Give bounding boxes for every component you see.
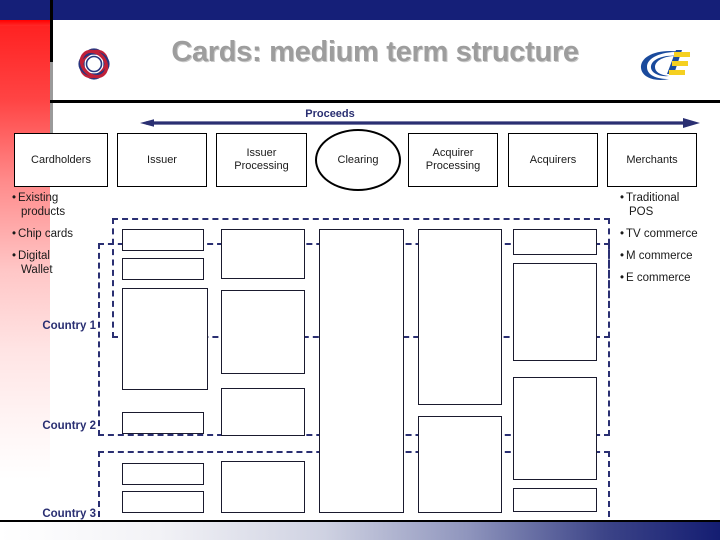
role-box-clearing[interactable]: Clearing [315,129,401,191]
role-label-issuer-processing: Issuer Processing [234,147,289,172]
bullet-dot-icon: • [12,228,17,240]
cell-iproc-c2-a[interactable] [221,290,305,374]
role-box-merchants[interactable]: Merchants [607,133,697,187]
role-label-issuer: Issuer [147,153,177,166]
e-swoosh-logo [636,44,696,84]
cell-acq-c2[interactable] [513,377,597,480]
cell-iproc-c3[interactable] [221,461,305,513]
title-bottom-rule [50,100,720,103]
role-label-cardholders: Cardholders [31,153,91,166]
cell-issuer-c2[interactable] [122,288,208,390]
cell-acq-c1-b[interactable] [513,263,597,361]
braided-circle-logo [74,44,114,84]
cell-iproc-c1[interactable] [221,229,305,279]
cell-issuer-c3-a[interactable] [122,463,204,485]
role-box-acquirers[interactable]: Acquirers [508,133,598,187]
bullet-dot-icon: • [620,272,625,284]
acceptance-channels-list: • Traditional POS • TV commerce • M commerce • E… [620,191,720,293]
footer-gradient-bar [0,522,720,540]
cell-issuer-c2-b[interactable] [122,412,204,434]
bullet-dot-icon: • [620,250,625,262]
proceeds-double-arrow [140,116,700,130]
cell-issuer-c3-b[interactable] [122,491,204,513]
role-box-issuer-processing[interactable]: Issuer Processing [216,133,307,187]
acceptance-channels-list-item-1: • Traditional POS [620,192,680,218]
left-stripe-highlight [0,20,50,26]
role-box-acquirer-processing[interactable]: Acquirer Processing [408,133,498,187]
bullet-dot-icon: • [12,192,17,204]
cell-aproc-c23[interactable] [418,416,502,513]
acceptance-channels-list-item-3: • M commerce [620,250,693,262]
bullet-dot-icon: • [620,228,625,240]
country-label-1: Country 1 [42,320,96,332]
role-box-cardholders[interactable]: Cardholders [14,133,108,187]
role-label-merchants: Merchants [626,153,678,166]
issuing-products-list-item-1: • Existing products [12,192,66,218]
acceptance-channels-list-item-4: • E commerce [620,272,691,284]
issuing-products-list: • Existing products • Chip cards • Digital Wall… [12,191,112,285]
issuing-products-list-item-2: • Chip cards [12,228,73,240]
cell-aproc-c12[interactable] [418,229,502,405]
page-title: Cards: medium term structure [171,36,579,68]
issuing-products-list-item-3: • Digital Wallet [12,250,53,276]
slide-canvas: Cards: medium term structure Proceeds Ca… [0,0,720,540]
bullet-dot-icon: • [12,250,17,262]
role-label-acquirer-processing: Acquirer Processing [425,147,481,172]
cell-iproc-c2-b[interactable] [221,388,305,436]
cell-acq-c3[interactable] [513,488,597,512]
bullet-dot-icon: • [620,192,625,204]
cell-clearing-span[interactable] [319,229,404,513]
cell-acq-c1-a[interactable] [513,229,597,255]
role-label-acquirers: Acquirers [529,153,577,166]
country-label-3: Country 3 [42,508,96,520]
role-label-clearing: Clearing [337,153,379,166]
country-label-2: Country 2 [42,420,96,432]
cell-issuer-c1-b[interactable] [122,258,204,280]
top-navy-bar [0,0,720,20]
acceptance-channels-list-item-2: • TV commerce [620,228,698,240]
role-box-issuer[interactable]: Issuer [117,133,207,187]
cell-issuer-c1-a[interactable] [122,229,204,251]
